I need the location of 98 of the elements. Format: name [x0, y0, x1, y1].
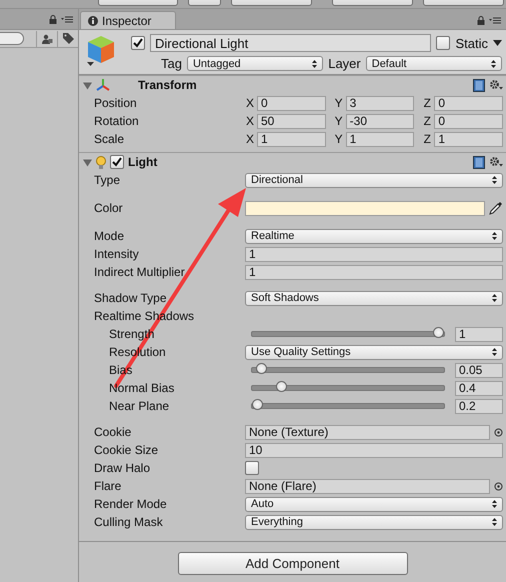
menu-icon[interactable]	[489, 17, 501, 24]
people-icon	[42, 34, 52, 44]
light-bulb-icon	[96, 156, 106, 168]
enabled-checkbox[interactable]	[110, 155, 124, 169]
property-label: Near Plane	[109, 399, 170, 413]
property-label: Position	[94, 96, 137, 110]
axis-label: Z	[422, 114, 432, 128]
number-field[interactable]: 0	[434, 96, 504, 110]
slider-thumb[interactable]	[433, 327, 444, 338]
layer-label: Layer	[328, 56, 361, 71]
number-field[interactable]: 1	[245, 264, 503, 280]
dropdown-arrows-icon	[492, 500, 497, 508]
add-component-button[interactable]: Add Component	[178, 552, 408, 575]
property-label: Culling Mask	[94, 515, 163, 529]
axis-label: Z	[422, 96, 432, 110]
property-label: Render Mode	[94, 497, 167, 511]
tag-icon	[62, 33, 74, 44]
gear-icon[interactable]	[489, 79, 503, 91]
static-label: Static	[455, 36, 488, 50]
static-checkbox[interactable]	[436, 36, 450, 50]
property-label: Flare	[94, 479, 122, 493]
slider-thumb[interactable]	[256, 363, 267, 374]
property-label: Type	[94, 173, 120, 187]
number-field[interactable]: 0.2	[455, 398, 503, 414]
lock-icon[interactable]	[477, 16, 485, 25]
dropdown-arrows-icon	[492, 294, 497, 302]
property-label: Draw Halo	[94, 461, 150, 475]
dropdown[interactable]: Soft Shadows	[245, 290, 503, 306]
property-label: Cookie	[94, 425, 132, 439]
slider-thumb[interactable]	[252, 399, 263, 410]
number-field[interactable]: 0.05	[455, 362, 503, 378]
caret-icon[interactable]	[493, 40, 502, 46]
number-field[interactable]: 0	[257, 96, 326, 110]
object-field[interactable]: None (Texture)	[245, 424, 490, 440]
help-book-icon[interactable]	[473, 78, 485, 92]
color-field[interactable]	[245, 200, 485, 216]
foldout-triangle-icon[interactable]	[83, 158, 92, 166]
dropdown[interactable]: Realtime	[245, 228, 503, 244]
number-field[interactable]: 1	[245, 246, 503, 262]
property-label: Shadow Type	[94, 291, 166, 305]
number-field[interactable]: 10	[245, 442, 503, 458]
number-field[interactable]: 1	[434, 132, 504, 146]
number-field[interactable]: 3	[346, 96, 414, 110]
property-label: Scale	[94, 132, 124, 146]
tag-label: Tag	[160, 56, 182, 71]
info-icon	[88, 16, 98, 26]
number-field[interactable]: 1	[455, 326, 503, 342]
name-field[interactable]: Directional Light	[150, 34, 432, 52]
number-field[interactable]: -30	[346, 114, 414, 128]
object-field[interactable]: None (Flare)	[245, 478, 490, 494]
help-book-icon[interactable]	[473, 156, 485, 168]
dropdown-arrows-icon	[492, 232, 497, 240]
active-checkbox[interactable]	[131, 36, 145, 50]
axis-label: Z	[422, 132, 432, 146]
lock-icon[interactable]	[49, 14, 57, 24]
checkbox[interactable]	[245, 461, 259, 475]
dropdown[interactable]: Everything	[245, 514, 503, 530]
dropdown[interactable]: Directional	[245, 172, 503, 188]
dropdown-arrows-icon	[492, 176, 497, 184]
axis-label: Y	[334, 96, 344, 110]
eyedropper-icon[interactable]	[489, 201, 503, 215]
axis-label: X	[245, 114, 255, 128]
dropdown-arrows-icon	[492, 518, 497, 526]
dropdown-arrows-icon	[491, 60, 496, 68]
property-label: Intensity	[94, 247, 139, 261]
cube-icon	[85, 34, 117, 68]
inspector-tab[interactable]: Inspector	[80, 11, 176, 29]
property-label: Normal Bias	[109, 381, 174, 395]
property-label: Rotation	[94, 114, 139, 128]
number-field[interactable]: 1	[346, 132, 414, 146]
component-title: Light	[128, 155, 158, 169]
layer-dropdown[interactable]: Default	[366, 56, 502, 71]
property-label: Cookie Size	[94, 443, 158, 457]
object-picker-icon[interactable]	[494, 428, 503, 436]
dropdown[interactable]: Auto	[245, 496, 503, 512]
dropdown[interactable]: Use Quality Settings	[245, 344, 503, 360]
foldout-triangle-icon[interactable]	[83, 80, 92, 90]
property-label: Color	[94, 201, 123, 215]
axes-icon	[96, 79, 110, 91]
axis-label: X	[245, 96, 255, 110]
object-picker-icon[interactable]	[494, 482, 503, 490]
property-label: Mode	[94, 229, 124, 243]
dropdown-arrows-icon	[492, 348, 497, 356]
component-title: Transform	[138, 78, 197, 92]
menu-icon[interactable]	[61, 16, 73, 22]
number-field[interactable]: 50	[257, 114, 326, 128]
axis-label: Y	[334, 114, 344, 128]
slider-thumb[interactable]	[276, 381, 287, 392]
axis-label: Y	[334, 132, 344, 146]
gear-icon[interactable]	[489, 156, 503, 168]
number-field[interactable]: 0.4	[455, 380, 503, 396]
tag-dropdown[interactable]: Untagged	[186, 56, 324, 71]
number-field[interactable]: 1	[257, 132, 326, 146]
number-field[interactable]: 0	[434, 114, 504, 128]
property-label: Indirect Multiplier	[94, 265, 185, 279]
axis-label: X	[245, 132, 255, 146]
dropdown-arrows-icon	[312, 60, 318, 68]
search-field[interactable]	[0, 32, 24, 45]
